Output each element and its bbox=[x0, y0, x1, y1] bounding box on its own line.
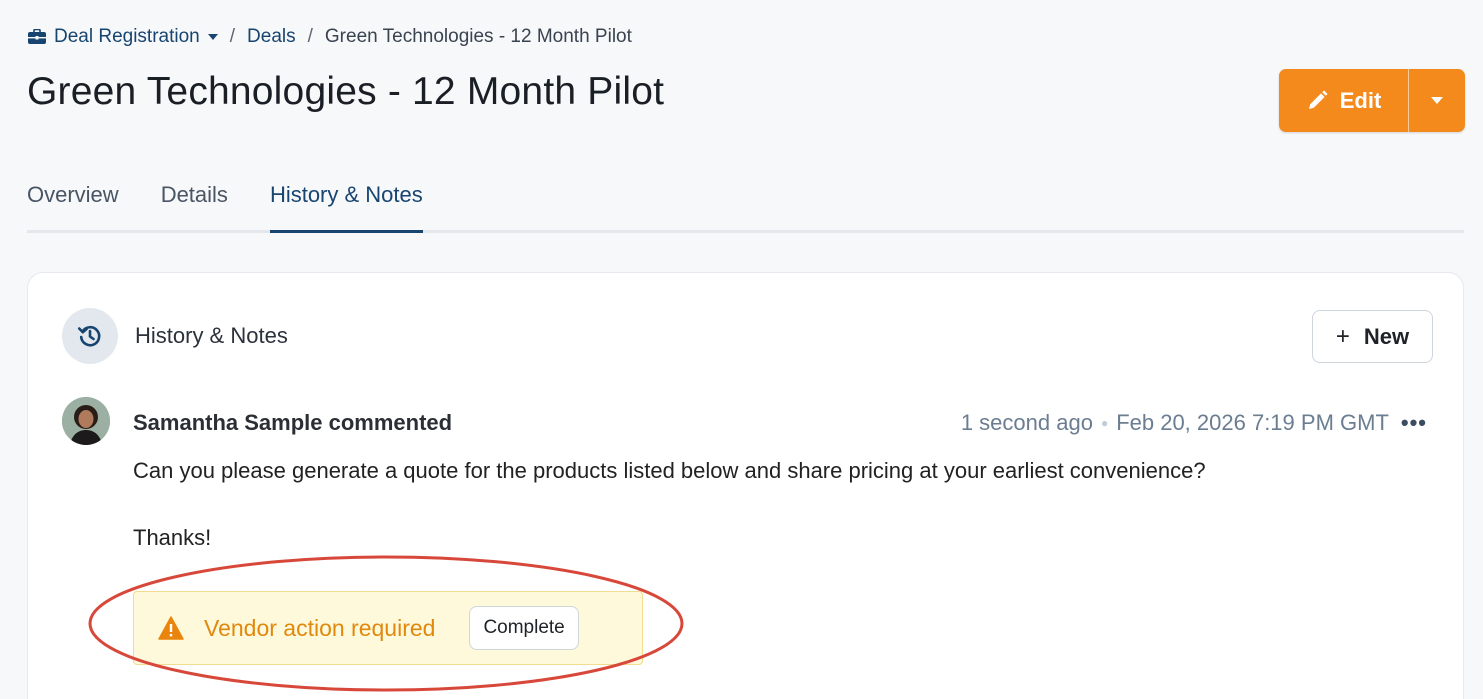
plus-icon: + bbox=[1335, 322, 1350, 350]
chevron-down-icon bbox=[1431, 97, 1443, 104]
breadcrumb-deals[interactable]: Deals bbox=[247, 26, 296, 48]
comment-meta: 1 second ago ● Feb 20, 2026 7:19 PM GMT … bbox=[961, 410, 1427, 436]
edit-dropdown-button[interactable] bbox=[1409, 69, 1465, 132]
history-icon bbox=[62, 308, 118, 364]
warning-icon bbox=[158, 616, 184, 640]
more-options-icon[interactable]: ••• bbox=[1401, 410, 1427, 436]
complete-button[interactable]: Complete bbox=[469, 606, 579, 650]
breadcrumb-separator: / bbox=[307, 26, 313, 47]
new-note-button[interactable]: + New bbox=[1312, 310, 1433, 363]
breadcrumb-current: Green Technologies - 12 Month Pilot bbox=[324, 26, 632, 47]
edit-button[interactable]: Edit bbox=[1279, 69, 1409, 132]
tab-overview[interactable]: Overview bbox=[27, 172, 119, 233]
clock-rewind-icon bbox=[77, 325, 101, 347]
briefcase-icon bbox=[28, 29, 46, 44]
avatar bbox=[62, 397, 110, 445]
breadcrumb: Deal Registration / Deals / Green Techno… bbox=[28, 26, 632, 48]
comment-text: Can you please generate a quote for the … bbox=[133, 458, 1206, 483]
breadcrumb-separator: / bbox=[229, 26, 236, 47]
page-title: Green Technologies - 12 Month Pilot bbox=[27, 70, 665, 113]
vendor-action-label: Vendor action required bbox=[204, 614, 436, 641]
edit-button-label: Edit bbox=[1339, 87, 1382, 113]
timestamp: Feb 20, 2026 7:19 PM GMT bbox=[1116, 410, 1389, 435]
breadcrumb-deal-registration[interactable]: Deal Registration bbox=[28, 26, 218, 48]
comment-signoff: Thanks! bbox=[133, 525, 212, 550]
tab-history-notes[interactable]: History & Notes bbox=[269, 172, 423, 233]
chevron-down-icon bbox=[207, 34, 218, 40]
user-photo-icon bbox=[62, 397, 110, 445]
breadcrumb-section-label: Deal Registration bbox=[54, 26, 200, 47]
comment-body: Can you please generate a quote for the … bbox=[133, 455, 1206, 487]
deal-page: Deal Registration / Deals / Green Techno… bbox=[0, 0, 1483, 699]
tab-bar: Overview Details History & Notes bbox=[27, 172, 1464, 233]
history-notes-card: History & Notes + New Samantha Sample co… bbox=[27, 272, 1464, 699]
new-button-label: New bbox=[1363, 323, 1410, 349]
edit-split-button: Edit bbox=[1279, 69, 1465, 132]
pencil-icon bbox=[1308, 89, 1328, 109]
separator-dot: ● bbox=[1100, 416, 1109, 430]
relative-time: 1 second ago bbox=[960, 410, 1093, 435]
vendor-action-banner: Vendor action required Complete bbox=[133, 591, 643, 665]
card-title: History & Notes bbox=[135, 323, 288, 348]
comment-author: Samantha Sample commented bbox=[133, 410, 453, 435]
tab-details[interactable]: Details bbox=[161, 172, 228, 233]
